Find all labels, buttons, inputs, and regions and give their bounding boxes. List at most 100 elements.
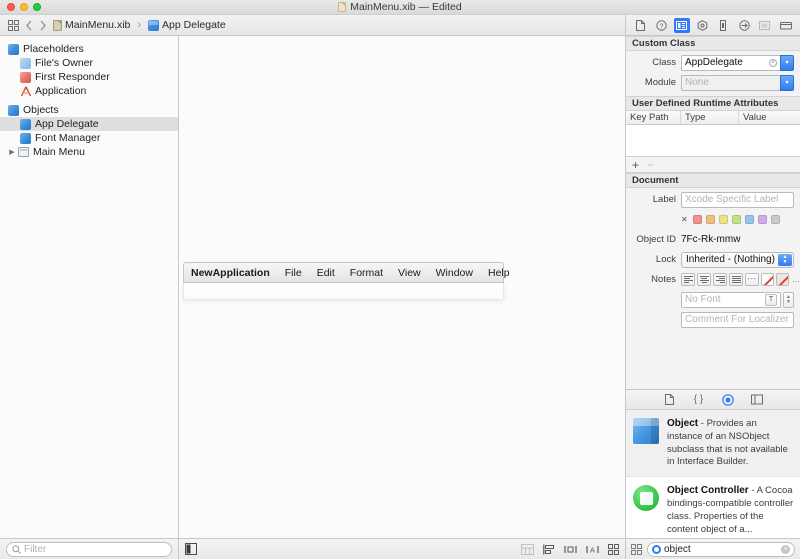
outline-label: Main Menu — [33, 146, 85, 158]
align-right-icon[interactable] — [713, 273, 727, 286]
menu-bar-shadow — [183, 283, 504, 299]
menu-item-format[interactable]: Format — [350, 267, 383, 279]
attributes-inspector-tab[interactable] — [695, 18, 711, 33]
menu-item-edit[interactable]: Edit — [317, 267, 335, 279]
outline-label: Application — [35, 85, 86, 97]
back-chevron-icon[interactable] — [25, 20, 33, 31]
quick-help-inspector-tab[interactable]: ? — [653, 18, 669, 33]
outline-row-font-manager[interactable]: Font Manager — [0, 131, 178, 145]
library-search-input[interactable] — [664, 544, 778, 555]
library-item-object[interactable]: Object - Provides an instance of an NSOb… — [626, 410, 800, 477]
runtime-attributes-tools: + − — [626, 157, 800, 173]
runtime-attributes-table-body[interactable] — [626, 125, 800, 157]
align-icon[interactable] — [543, 544, 555, 555]
library-item-text: Object - Provides an instance of an NSOb… — [667, 417, 794, 469]
breadcrumb-item-file[interactable]: MainMenu.xib — [53, 19, 130, 31]
clear-icon[interactable]: × — [769, 59, 777, 67]
comment-input[interactable] — [685, 314, 790, 325]
view-mode-toggle[interactable] — [185, 543, 197, 555]
font-panel-icon[interactable]: T — [765, 294, 777, 306]
menu-item-window[interactable]: Window — [436, 267, 473, 279]
outline-row-objects[interactable]: Objects — [0, 103, 178, 117]
stack-view-icon[interactable] — [521, 544, 534, 555]
module-field[interactable] — [681, 75, 781, 91]
effects-inspector-tab[interactable] — [778, 18, 794, 33]
module-combo-arrow-icon[interactable]: ▾ — [780, 75, 794, 91]
outline-row-placeholders[interactable]: Placeholders — [0, 42, 178, 56]
disclosure-triangle-icon[interactable]: ▶ — [7, 148, 17, 156]
custom-class-header: Custom Class — [626, 36, 800, 51]
no-color-icon[interactable]: ✕ — [681, 215, 688, 224]
lock-value: Inherited - (Nothing) — [686, 254, 775, 265]
class-combo-arrow-icon[interactable]: ▾ — [780, 55, 794, 71]
xcode-label-field[interactable] — [681, 192, 794, 208]
main-menu-object[interactable]: NewApplication File Edit Format View Win… — [183, 262, 504, 299]
align-justify-icon[interactable] — [729, 273, 743, 286]
color-swatch-purple[interactable] — [758, 215, 767, 224]
window-title-text: MainMenu.xib — Edited — [350, 1, 461, 13]
lock-stepper-icon[interactable]: ▲▼ — [778, 254, 792, 266]
lock-popup-button[interactable]: Inherited - (Nothing) ▲▼ — [681, 252, 794, 268]
filter-field[interactable] — [6, 542, 172, 557]
add-attribute-button[interactable]: + — [632, 158, 639, 172]
media-library-tab[interactable] — [750, 393, 764, 407]
interface-builder-canvas[interactable]: NewApplication File Edit Format View Win… — [179, 36, 625, 538]
menu-item-view[interactable]: View — [398, 267, 421, 279]
outline-row-app-delegate[interactable]: App Delegate — [0, 117, 178, 131]
menu-bar[interactable]: NewApplication File Edit Format View Win… — [183, 262, 504, 283]
remove-attribute-button[interactable]: − — [647, 158, 654, 172]
grid-icon[interactable] — [608, 544, 619, 555]
font-size-stepper[interactable]: ▲▼ — [783, 292, 794, 308]
related-items-icon[interactable] — [8, 20, 19, 31]
label-label: Label — [626, 194, 681, 205]
notes-row: Notes --- …▾ — [626, 271, 794, 288]
object-library-tab[interactable] — [721, 393, 735, 407]
file-inspector-tab[interactable] — [632, 18, 648, 33]
color-swatch-green[interactable] — [732, 215, 741, 224]
pin-icon[interactable] — [564, 544, 577, 555]
class-input[interactable] — [685, 57, 767, 68]
color-swatch-blue[interactable] — [745, 215, 754, 224]
forward-chevron-icon[interactable] — [39, 20, 47, 31]
bindings-inspector-tab[interactable] — [757, 18, 773, 33]
breadcrumb-item-object[interactable]: App Delegate — [148, 19, 226, 31]
size-inspector-tab[interactable] — [715, 18, 731, 33]
navigator-footer — [0, 538, 178, 559]
more-options-icon[interactable]: …▾ — [791, 273, 800, 286]
clear-search-icon[interactable]: × — [781, 545, 790, 554]
library-view-mode-icon[interactable] — [631, 544, 642, 555]
text-color-none-icon[interactable] — [761, 273, 774, 286]
menu-item-help[interactable]: Help — [488, 267, 510, 279]
library-item-object-controller[interactable]: Object Controller - A Cocoa bindings-com… — [626, 477, 800, 538]
align-left-icon[interactable] — [681, 273, 695, 286]
file-template-library-tab[interactable] — [663, 393, 677, 407]
search-icon — [652, 545, 661, 554]
connections-inspector-tab[interactable] — [736, 18, 752, 33]
class-field[interactable]: × — [681, 55, 781, 71]
color-swatch-gray[interactable] — [771, 215, 780, 224]
color-swatch-red[interactable] — [693, 215, 702, 224]
align-center-icon[interactable] — [697, 273, 711, 286]
code-snippet-library-tab[interactable]: { } — [692, 393, 706, 407]
font-input[interactable] — [685, 294, 763, 305]
menu-item-app[interactable]: NewApplication — [191, 267, 270, 279]
outline-row-files-owner[interactable]: File's Owner — [0, 56, 178, 70]
filter-input[interactable] — [24, 544, 166, 555]
outline-row-main-menu[interactable]: ▶ Main Menu — [0, 145, 178, 159]
background-color-none-icon[interactable] — [776, 273, 789, 286]
comment-field[interactable] — [681, 312, 794, 328]
outline-row-application[interactable]: Application — [0, 84, 178, 98]
xcode-label-input[interactable] — [685, 194, 790, 205]
document-header: Document — [626, 173, 800, 188]
color-swatch-orange[interactable] — [706, 215, 715, 224]
module-input[interactable] — [685, 77, 777, 88]
font-field[interactable]: T — [681, 292, 781, 308]
menu-item-file[interactable]: File — [285, 267, 302, 279]
dashes-icon[interactable]: --- — [745, 273, 759, 286]
resolve-issues-icon[interactable]: A — [586, 544, 599, 555]
font-row: T ▲▼ — [626, 291, 794, 308]
outline-row-first-responder[interactable]: First Responder — [0, 70, 178, 84]
identity-inspector-tab[interactable] — [674, 18, 690, 33]
color-swatch-yellow[interactable] — [719, 215, 728, 224]
library-search-field[interactable]: × — [647, 542, 795, 557]
